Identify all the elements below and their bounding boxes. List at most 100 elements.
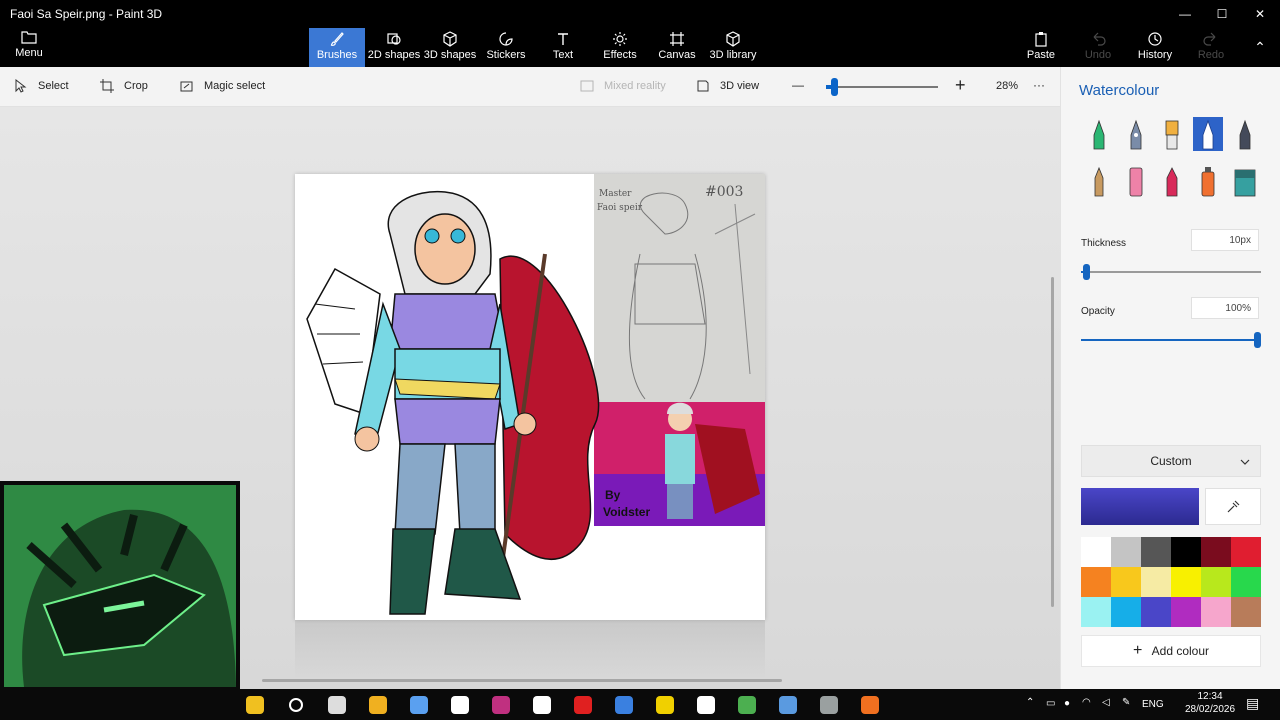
colour-swatch[interactable] — [1111, 537, 1141, 567]
colour-swatch[interactable] — [1111, 567, 1141, 597]
calligraphy-pen-button[interactable] — [1121, 117, 1151, 151]
opacity-slider-thumb[interactable] — [1254, 332, 1261, 348]
sticky-notes-icon[interactable] — [654, 694, 676, 716]
fill-bucket-button[interactable] — [1230, 164, 1260, 198]
search-circle-icon[interactable] — [285, 694, 307, 716]
clock[interactable]: 12:34 28/02/2026 — [1180, 690, 1240, 716]
minimize-button[interactable]: — — [1170, 4, 1200, 24]
colour-swatch[interactable] — [1201, 537, 1231, 567]
redo-button[interactable]: Redo — [1183, 28, 1239, 67]
tab-3d-shapes[interactable]: 3D shapes — [422, 28, 478, 67]
eraser-brush-button[interactable] — [1121, 164, 1151, 198]
magic-select-tool[interactable]: Magic select — [180, 79, 265, 93]
app-icon-3[interactable] — [859, 694, 881, 716]
3d-view-button[interactable]: 3D view — [696, 79, 759, 93]
canvas-toolbar: Select Crop Magic select Mixed reality 3… — [0, 67, 1060, 107]
screenshot-icon[interactable] — [695, 694, 717, 716]
artwork: Master Faoi speir #003 By Voidster — [306, 174, 765, 615]
zoom-out-button[interactable]: — — [792, 78, 804, 92]
zoom-in-button[interactable]: + — [955, 75, 966, 96]
colour-palette — [1081, 537, 1261, 627]
panel-title: Watercolour — [1079, 82, 1160, 99]
app-icon-2[interactable] — [818, 694, 840, 716]
crayon-brush-button[interactable] — [1157, 164, 1187, 198]
file-explorer-icon[interactable] — [367, 694, 389, 716]
collapse-ribbon-button[interactable]: ⌃ — [1245, 37, 1275, 57]
paint-3d-icon[interactable] — [613, 694, 635, 716]
colour-swatch[interactable] — [1141, 537, 1171, 567]
colour-swatch[interactable] — [1201, 597, 1231, 627]
current-colour-swatch[interactable] — [1081, 488, 1199, 525]
notifications-icon[interactable]: ▤ — [1246, 695, 1259, 712]
colour-swatch[interactable] — [1231, 597, 1261, 627]
task-view-icon[interactable] — [326, 694, 348, 716]
pen-icon[interactable]: ✎ — [1122, 697, 1130, 708]
tab-2d-shapes[interactable]: 2D shapes — [366, 28, 422, 67]
media-player-icon[interactable] — [531, 694, 553, 716]
pixel-pen-button[interactable] — [1230, 117, 1260, 151]
copilot-icon[interactable] — [244, 694, 266, 716]
colour-swatch[interactable] — [1141, 567, 1171, 597]
colour-swatch[interactable] — [1171, 567, 1201, 597]
wifi-icon[interactable]: ◠ — [1082, 697, 1091, 708]
language-indicator[interactable]: ENG — [1142, 699, 1164, 710]
colour-swatch[interactable] — [1231, 537, 1261, 567]
zoom-slider-thumb[interactable] — [831, 78, 838, 96]
tab-effects[interactable]: Effects — [592, 28, 648, 67]
colour-swatch[interactable] — [1231, 567, 1261, 597]
colour-swatch[interactable] — [1141, 597, 1171, 627]
watercolour-brush-button[interactable] — [1193, 117, 1223, 151]
mixed-reality-icon — [580, 80, 594, 92]
close-button[interactable]: ✕ — [1245, 4, 1275, 24]
more-options-button[interactable]: ··· — [1033, 78, 1045, 92]
menu-button[interactable]: Menu — [8, 30, 50, 62]
colour-swatch[interactable] — [1171, 537, 1201, 567]
colour-swatch[interactable] — [1171, 597, 1201, 627]
tab-text[interactable]: Text — [535, 28, 591, 67]
photoshop-icon[interactable] — [490, 694, 512, 716]
vertical-scrollbar[interactable] — [1051, 277, 1054, 607]
mixed-reality-button[interactable]: Mixed reality — [580, 79, 666, 93]
oil-brush-button[interactable] — [1157, 117, 1187, 151]
youtube-icon[interactable] — [572, 694, 594, 716]
drawing-canvas[interactable]: Master Faoi speir #003 By Voidster — [295, 174, 765, 620]
colour-swatch[interactable] — [1081, 597, 1111, 627]
tab-brushes[interactable]: Brushes — [309, 28, 365, 67]
undo-button[interactable]: Undo — [1070, 28, 1126, 67]
pencil-brush-button[interactable] — [1084, 164, 1114, 198]
colour-swatch[interactable] — [1201, 567, 1231, 597]
notepad-icon[interactable] — [777, 694, 799, 716]
paste-button[interactable]: Paste — [1013, 28, 1069, 67]
meet-icon[interactable]: ▭ — [1046, 698, 1055, 709]
tab-canvas[interactable]: Canvas — [649, 28, 705, 67]
colour-swatch[interactable] — [1081, 567, 1111, 597]
history-button[interactable]: History — [1127, 28, 1183, 67]
tab-3d-library[interactable]: 3D library — [705, 28, 761, 67]
chrome-icon[interactable] — [736, 694, 758, 716]
thickness-slider-thumb[interactable] — [1083, 264, 1090, 280]
pixel-pen-brush-icon — [1239, 119, 1251, 150]
colour-swatch[interactable] — [1111, 597, 1141, 627]
thickness-input[interactable]: 10px — [1191, 229, 1259, 251]
select-tool[interactable]: Select — [14, 79, 69, 93]
maximize-button[interactable]: ☐ — [1207, 4, 1237, 24]
microphone-icon[interactable]: ● — [1064, 698, 1070, 709]
palette-dropdown[interactable]: Custom — [1081, 445, 1261, 477]
spray-can-brush-icon — [1201, 167, 1215, 197]
horizontal-scrollbar[interactable] — [262, 679, 782, 682]
add-colour-button[interactable]: + Add colour — [1081, 635, 1261, 667]
eraser-brush-icon — [1129, 167, 1143, 197]
volume-icon[interactable]: ◁ — [1102, 697, 1110, 708]
app-icon[interactable] — [449, 694, 471, 716]
tab-stickers[interactable]: Stickers — [478, 28, 534, 67]
paint-icon[interactable] — [408, 694, 430, 716]
spray-can-brush-button[interactable] — [1193, 164, 1223, 198]
marker-brush-button[interactable] — [1084, 117, 1114, 151]
eyedropper-button[interactable] — [1205, 488, 1261, 525]
thickness-slider-track[interactable] — [1081, 271, 1261, 273]
opacity-input[interactable]: 100% — [1191, 297, 1259, 319]
colour-swatch[interactable] — [1081, 537, 1111, 567]
chevron-up-icon[interactable]: ⌃ — [1026, 697, 1034, 708]
crop-tool[interactable]: Crop — [100, 79, 148, 93]
zoom-slider-track[interactable] — [826, 86, 938, 88]
